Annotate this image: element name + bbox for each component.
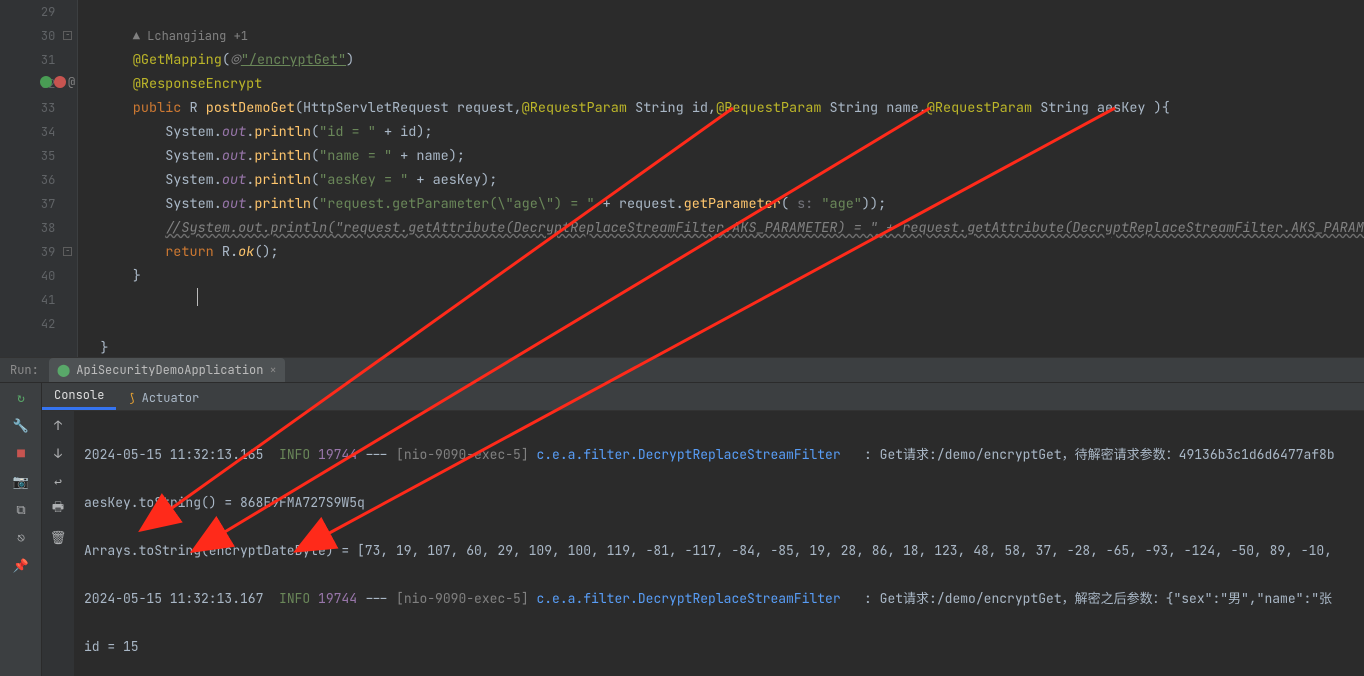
print-icon[interactable]: 🖶	[42, 495, 74, 523]
run-icon: ⬤	[57, 362, 70, 378]
tools-icon[interactable]: 🔧	[0, 411, 42, 439]
run-sidebar: ↻ 🔧 ■ 📷 ⧉ ⎋ 📌	[0, 383, 42, 676]
actuator-icon: ⟆	[128, 390, 135, 406]
rerun-button[interactable]: ↻	[0, 383, 42, 411]
close-icon[interactable]: ×	[269, 362, 276, 378]
log-line: aesKey.toString() = 868E9FMA727S9W5q	[84, 491, 1354, 515]
line-number: 34	[41, 124, 55, 140]
line-number: 36	[41, 172, 55, 188]
scroll-down-icon[interactable]: ↓	[42, 439, 74, 467]
dump-icon[interactable]: 📷	[0, 467, 42, 495]
editor-gutter: 29 30- 31 32 @ 33 34 35 36 37 38 39- 40 …	[0, 0, 78, 357]
run-label: Run:	[0, 362, 49, 378]
layout-icon[interactable]: ⧉	[0, 495, 42, 523]
code-text-area[interactable]: ▲ Lchangjiang +1 @GetMapping(⦾"/encryptG…	[78, 0, 1364, 357]
line-number: 29	[41, 4, 55, 20]
at-icon: @	[68, 76, 75, 88]
text-cursor	[197, 288, 198, 306]
run-config-tab[interactable]: ⬤ ApiSecurityDemoApplication ×	[49, 358, 285, 382]
stop-button[interactable]: ■	[0, 439, 42, 467]
line-number: 42	[41, 316, 55, 332]
tab-actuator[interactable]: ⟆Actuator	[116, 386, 211, 410]
exit-icon[interactable]: ⎋	[0, 523, 42, 551]
clear-icon[interactable]: 🗑	[42, 523, 74, 551]
line-number: 39	[41, 244, 55, 260]
code-editor[interactable]: 29 30- 31 32 @ 33 34 35 36 37 38 39- 40 …	[0, 0, 1364, 357]
console-output[interactable]: 2024-05-15 11:32:13.165 INFO 19744 --- […	[74, 411, 1364, 676]
log-line: 2024-05-15 11:32:13.167 INFO 19744 --- […	[84, 587, 1354, 611]
log-line: 2024-05-15 11:32:13.165 INFO 19744 --- […	[84, 443, 1354, 467]
log-line: id = 15	[84, 635, 1354, 659]
console-toolbar: ↑ ↓ ↩ 🖶 🗑	[42, 411, 74, 676]
pin-icon[interactable]: 📌	[0, 551, 42, 579]
line-number: 41	[41, 292, 55, 308]
line-number: 31	[41, 52, 55, 68]
run-gutter-icon[interactable]	[40, 76, 52, 88]
line-number: 37	[41, 196, 55, 212]
tab-console[interactable]: Console	[42, 383, 116, 410]
fold-icon[interactable]: -	[63, 247, 72, 256]
breakpoint-icon[interactable]	[54, 76, 66, 88]
line-number: 33	[41, 100, 55, 116]
console-tabs: Console ⟆Actuator	[42, 383, 1364, 411]
soft-wrap-icon[interactable]: ↩	[42, 467, 74, 495]
log-line: Arrays.toString(encryptDateByte) = [73, …	[84, 539, 1354, 563]
line-number: 30	[41, 28, 55, 44]
run-toolbar: Run: ⬤ ApiSecurityDemoApplication ×	[0, 357, 1364, 383]
line-number: 35	[41, 148, 55, 164]
line-number: 38	[41, 220, 55, 236]
author-annotation: ▲ Lchangjiang +1	[133, 28, 248, 44]
fold-icon[interactable]: -	[63, 31, 72, 40]
line-number: 40	[41, 268, 55, 284]
scroll-up-icon[interactable]: ↑	[42, 411, 74, 439]
run-config-name: ApiSecurityDemoApplication	[76, 362, 263, 378]
